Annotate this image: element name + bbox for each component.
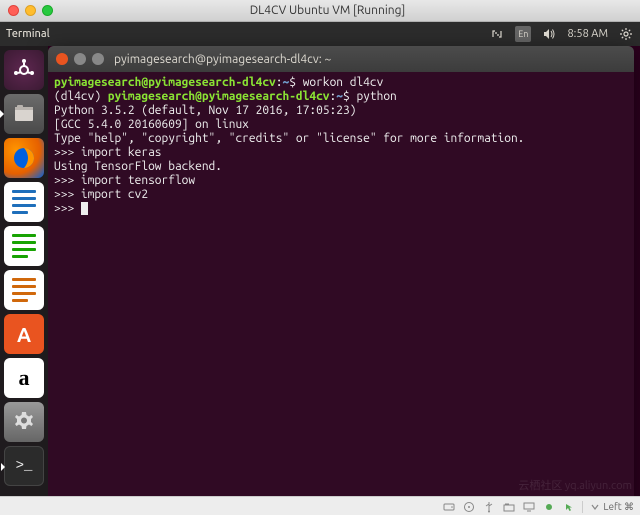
prompt-user: pyimagesearch@pyimagesearch-dl4cv	[54, 76, 276, 89]
terminal-title: pyimagesearch@pyimagesearch-dl4cv: ~	[114, 53, 331, 66]
vb-display-icon[interactable]	[522, 500, 536, 514]
language-indicator[interactable]: En	[515, 26, 531, 42]
software-glyph: A	[17, 323, 31, 346]
libreoffice-impress-icon[interactable]	[4, 270, 44, 310]
terminal-titlebar[interactable]: pyimagesearch@pyimagesearch-dl4cv: ~	[48, 46, 634, 72]
dash-icon[interactable]	[4, 50, 44, 90]
mac-window-title: DL4CV Ubuntu VM [Running]	[63, 4, 592, 17]
repl-import-tensorflow: >>> import tensorflow	[54, 174, 195, 187]
terminal-window-controls	[56, 53, 104, 65]
terminal-body[interactable]: pyimagesearch@pyimagesearch-dl4cv:~$ wor…	[48, 72, 634, 509]
clock[interactable]: 8:58 AM	[567, 28, 608, 40]
terminal-glyph: >_	[16, 458, 33, 474]
amazon-glyph: a	[19, 365, 30, 391]
terminal-launcher-icon[interactable]: >_	[4, 446, 44, 486]
vb-usb-icon[interactable]	[482, 500, 496, 514]
files-icon[interactable]	[4, 94, 44, 134]
vb-mouse-integration-icon[interactable]	[562, 500, 576, 514]
terminal-window: pyimagesearch@pyimagesearch-dl4cv: ~ pyi…	[48, 46, 634, 509]
cmd-workon: workon dl4cv	[303, 76, 384, 89]
system-settings-icon[interactable]	[4, 402, 44, 442]
host-key-label: Left ⌘	[603, 501, 634, 513]
cursor-icon	[81, 202, 88, 215]
close-icon[interactable]	[8, 5, 19, 16]
minimize-icon[interactable]	[25, 5, 36, 16]
python-version: Python 3.5.2 (default, Nov 17 2016, 17:0…	[54, 104, 356, 117]
terminal-minimize-icon[interactable]	[74, 53, 86, 65]
chevron-down-icon	[589, 501, 601, 513]
tensorflow-backend-msg: Using TensorFlow backend.	[54, 160, 222, 173]
vb-recording-icon[interactable]	[542, 500, 556, 514]
vb-hdd-icon[interactable]	[442, 500, 456, 514]
unity-launcher: A a >_	[0, 46, 48, 515]
repl-import-keras: >>> import keras	[54, 146, 162, 159]
vb-optical-icon[interactable]	[462, 500, 476, 514]
volume-icon[interactable]	[541, 26, 557, 42]
mac-traffic-lights	[8, 5, 53, 16]
python-help-hint: Type "help", "copyright", "credits" or "…	[54, 132, 524, 145]
active-app-title: Terminal	[6, 28, 50, 40]
gcc-info: [GCC 5.4.0 20160609] on linux	[54, 118, 249, 131]
zoom-icon[interactable]	[42, 5, 53, 16]
virtualenv-name: (dl4cv)	[54, 90, 108, 103]
virtualbox-status-bar: Left ⌘	[0, 496, 640, 515]
repl-import-cv2: >>> import cv2	[54, 188, 148, 201]
cmd-python: python	[356, 90, 396, 103]
libreoffice-calc-icon[interactable]	[4, 226, 44, 266]
gear-icon[interactable]	[618, 26, 634, 42]
firefox-icon[interactable]	[4, 138, 44, 178]
vb-shared-folders-icon[interactable]	[502, 500, 516, 514]
network-icon[interactable]	[489, 26, 505, 42]
panel-indicators: En 8:58 AM	[489, 26, 634, 42]
repl-prompt: >>>	[54, 202, 81, 215]
terminal-close-icon[interactable]	[56, 53, 68, 65]
vb-host-key[interactable]: Left ⌘	[582, 501, 634, 513]
vm-screen: Terminal En 8:58 AM	[0, 22, 640, 515]
terminal-maximize-icon[interactable]	[92, 53, 104, 65]
mac-titlebar: DL4CV Ubuntu VM [Running]	[0, 0, 640, 22]
ubuntu-software-icon[interactable]: A	[4, 314, 44, 354]
libreoffice-writer-icon[interactable]	[4, 182, 44, 222]
ubuntu-top-panel: Terminal En 8:58 AM	[0, 22, 640, 46]
amazon-icon[interactable]: a	[4, 358, 44, 398]
